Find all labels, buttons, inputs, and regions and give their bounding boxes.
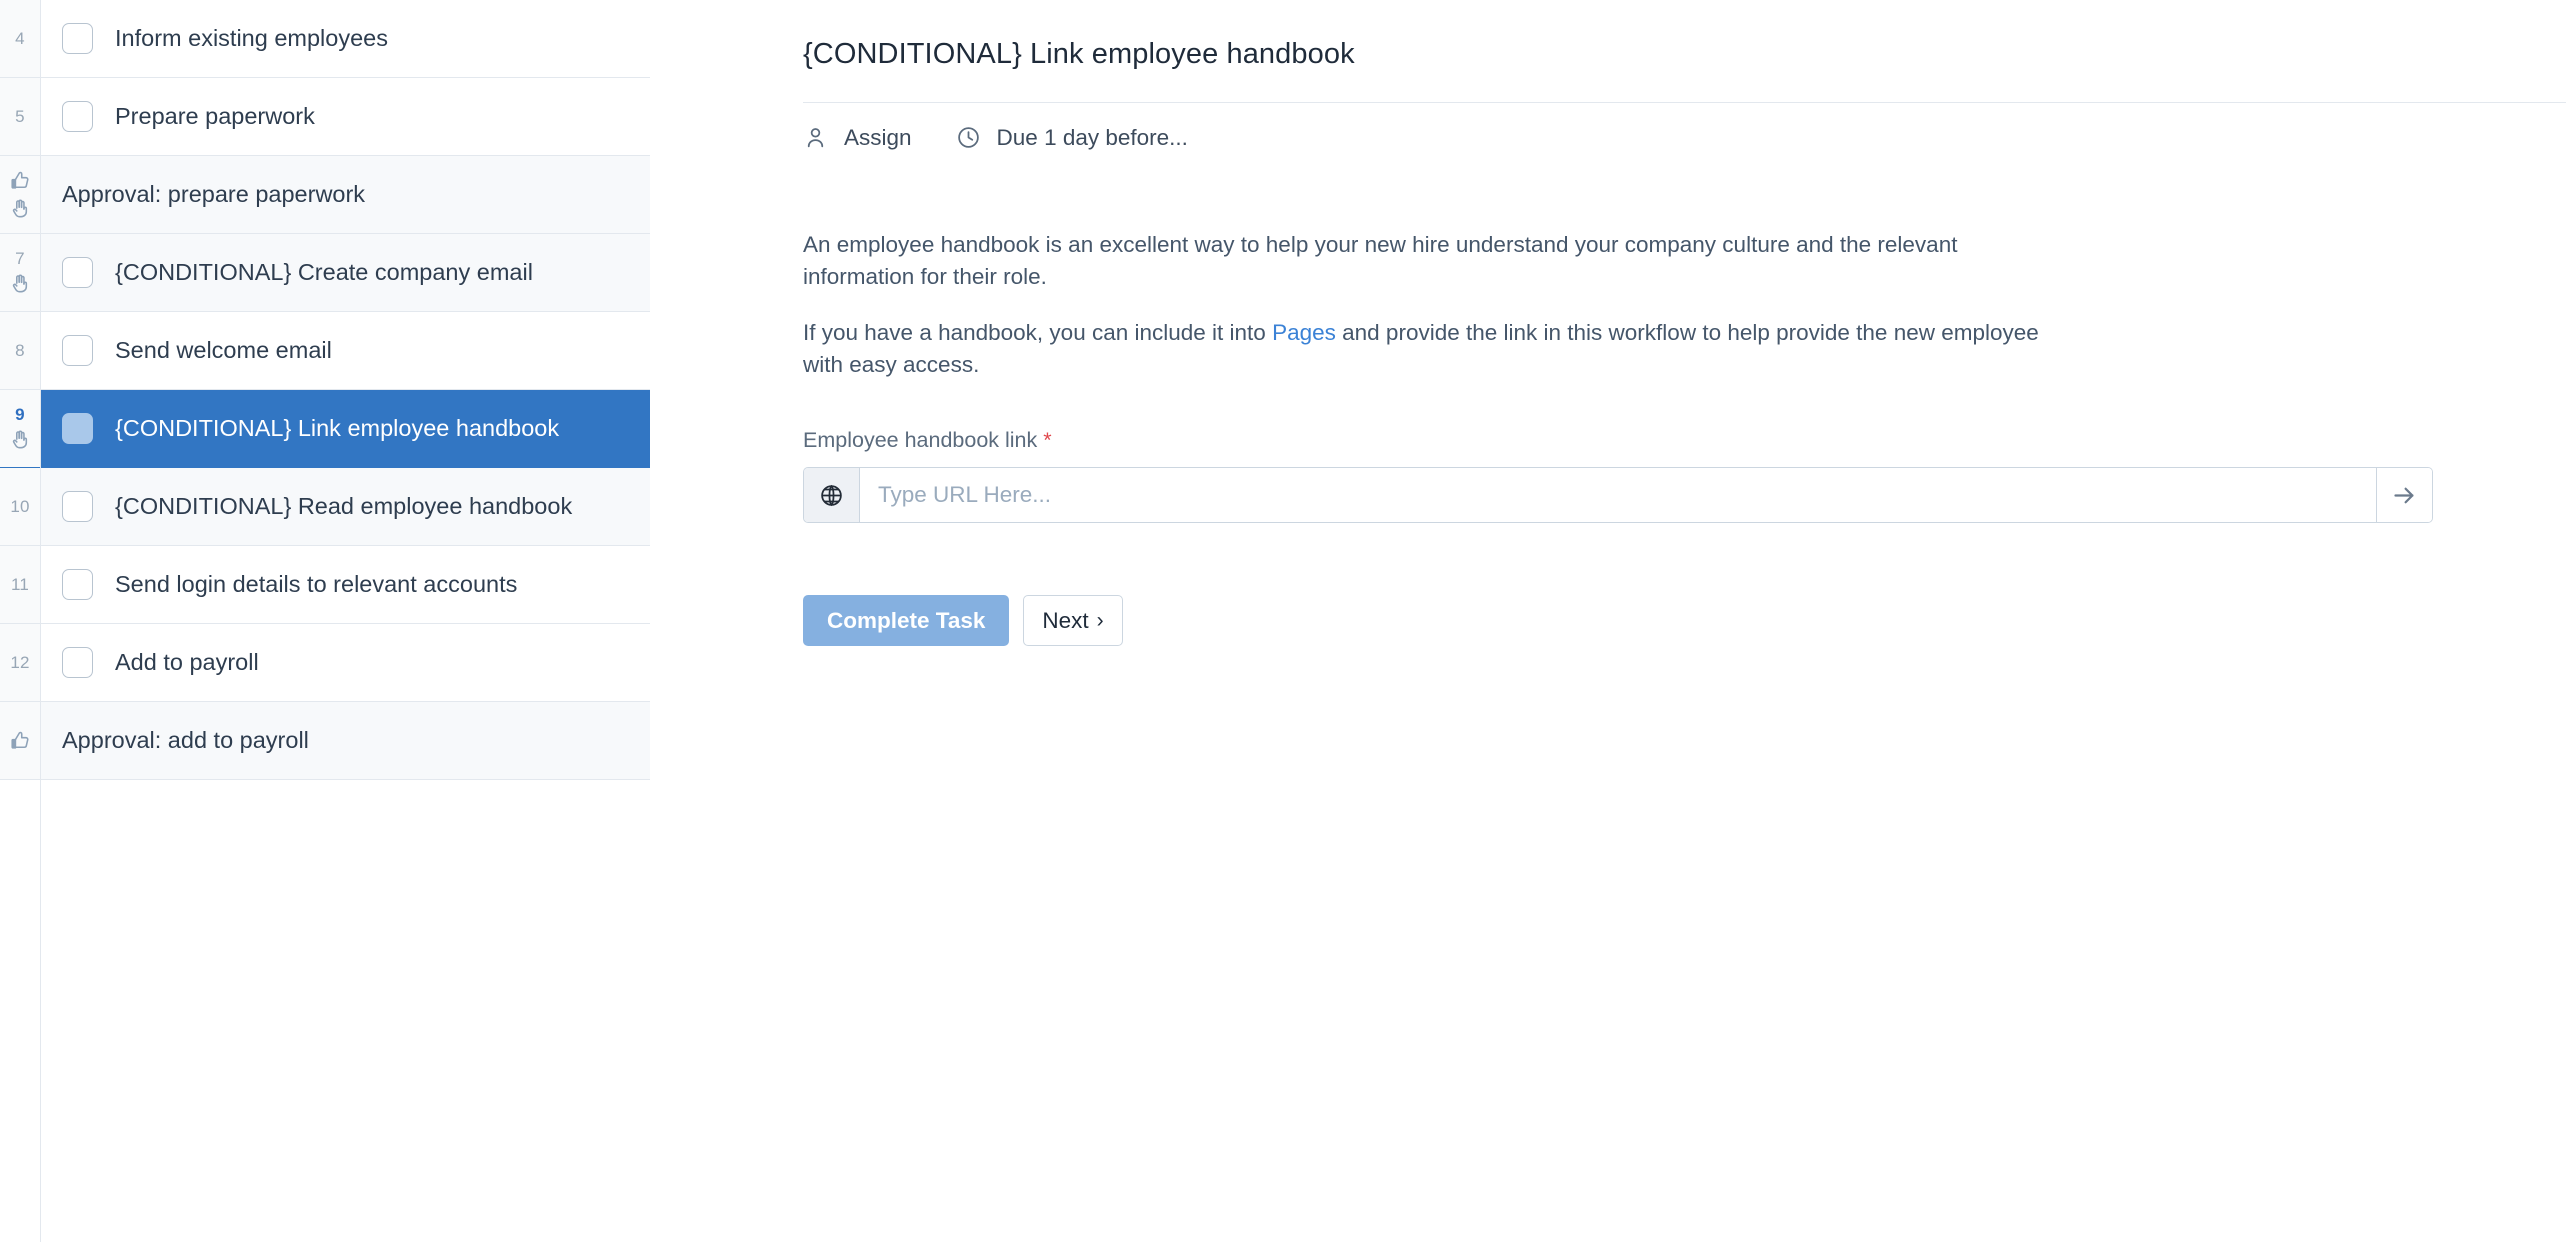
row-number: 4 xyxy=(15,29,25,48)
task-label: {CONDITIONAL} Read employee handbook xyxy=(115,492,573,519)
assign-label: Assign xyxy=(844,124,912,150)
task-meta-row: Assign Due 1 day before... xyxy=(650,103,2566,151)
task-row[interactable]: 9 {CONDITIONAL} Link employee handbook xyxy=(0,390,650,468)
task-label: Prepare paperwork xyxy=(115,102,315,129)
checklist-rows: 4 Inform existing employees 5 Prepare paper… xyxy=(0,0,650,780)
task-checkbox[interactable] xyxy=(62,413,93,444)
task-row[interactable]: Approval: prepare paperwork xyxy=(0,156,650,234)
row-body: Send welcome email xyxy=(40,312,650,389)
row-gutter: 9 xyxy=(0,390,40,467)
url-input[interactable] xyxy=(860,468,2376,523)
stop-hand-icon[interactable] xyxy=(9,198,31,220)
person-icon xyxy=(803,125,828,150)
row-number: 10 xyxy=(10,497,30,516)
task-label: {CONDITIONAL} Create company email xyxy=(115,258,533,285)
row-gutter: 12 xyxy=(0,624,40,701)
task-row[interactable]: 5 Prepare paperwork xyxy=(0,78,650,156)
description-paragraph-1: An employee handbook is an excellent way… xyxy=(803,231,1958,289)
task-row[interactable]: 7 {CONDITIONAL} Create company email xyxy=(0,234,650,312)
next-label: Next xyxy=(1042,607,1089,633)
clock-icon xyxy=(956,125,981,150)
row-gutter: 5 xyxy=(0,78,40,155)
task-checkbox[interactable] xyxy=(62,647,93,678)
row-number: 12 xyxy=(10,653,30,672)
field-label-text: Employee handbook link xyxy=(803,428,1038,453)
due-date-label: Due 1 day before... xyxy=(996,124,1188,150)
row-body: {CONDITIONAL} Link employee handbook xyxy=(40,390,650,467)
row-number: 9 xyxy=(15,405,25,424)
complete-task-button[interactable]: Complete Task xyxy=(803,595,1010,647)
gutter-divider xyxy=(40,0,41,1242)
row-body: Add to payroll xyxy=(40,624,650,701)
row-number: 11 xyxy=(10,575,30,594)
globe-icon xyxy=(804,468,860,523)
arrow-right-icon[interactable] xyxy=(2376,468,2432,523)
approval-label: Approval: add to payroll xyxy=(62,726,309,753)
checklist-pane: 4 Inform existing employees 5 Prepare paper… xyxy=(0,0,650,1242)
row-number: 5 xyxy=(15,107,25,126)
task-checkbox[interactable] xyxy=(62,491,93,522)
thumbs-up-icon[interactable] xyxy=(9,170,31,192)
next-button[interactable]: Next › xyxy=(1023,595,1123,647)
task-checkbox[interactable] xyxy=(62,335,93,366)
row-body: {CONDITIONAL} Create company email xyxy=(40,234,650,311)
task-label: Send login details to relevant accounts xyxy=(115,570,518,597)
task-row[interactable]: 10 {CONDITIONAL} Read employee handbook xyxy=(0,468,650,546)
row-gutter: 8 xyxy=(0,312,40,389)
paragraph-2-prefix: If you have a handbook, you can include … xyxy=(803,319,1273,345)
row-number: 7 xyxy=(15,249,25,268)
task-actions: Complete Task Next › xyxy=(650,523,2566,647)
stop-hand-icon[interactable] xyxy=(9,273,31,295)
task-checkbox[interactable] xyxy=(62,569,93,600)
task-label: Add to payroll xyxy=(115,648,259,675)
task-description: An employee handbook is an excellent way… xyxy=(650,151,2566,381)
task-row[interactable]: 11 Send login details to relevant account… xyxy=(0,546,650,624)
row-gutter xyxy=(0,156,40,233)
assign-button[interactable]: Assign xyxy=(803,125,912,151)
task-detail-pane: {CONDITIONAL} Link employee handbook Ass… xyxy=(650,0,2566,1242)
field-label: Employee handbook link * xyxy=(803,428,2566,453)
row-gutter: 11 xyxy=(0,546,40,623)
handbook-link-field: Employee handbook link * xyxy=(650,380,2566,524)
app-root: 4 Inform existing employees 5 Prepare paper… xyxy=(0,0,2566,1242)
row-gutter xyxy=(0,702,40,779)
row-gutter: 10 xyxy=(0,468,40,545)
task-row[interactable]: 8 Send welcome email xyxy=(0,312,650,390)
task-label: Inform existing employees xyxy=(115,24,388,51)
row-number: 8 xyxy=(15,341,25,360)
row-body: Prepare paperwork xyxy=(40,78,650,155)
row-body: Send login details to relevant accounts xyxy=(40,546,650,623)
approval-label: Approval: prepare paperwork xyxy=(62,180,366,207)
task-checkbox[interactable] xyxy=(62,101,93,132)
row-body: {CONDITIONAL} Read employee handbook xyxy=(40,468,650,545)
chevron-right-icon: › xyxy=(1096,609,1104,633)
thumbs-up-icon[interactable] xyxy=(9,730,31,752)
row-body: Approval: add to payroll xyxy=(40,702,650,779)
description-paragraph-2: If you have a handbook, you can include … xyxy=(803,317,2073,381)
required-marker: * xyxy=(1043,428,1052,453)
task-label: Send welcome email xyxy=(115,336,332,363)
row-gutter: 4 xyxy=(0,0,40,77)
row-gutter: 7 xyxy=(0,234,40,311)
page-title: {CONDITIONAL} Link employee handbook xyxy=(803,38,1355,70)
task-row[interactable]: 12 Add to payroll xyxy=(0,624,650,702)
task-checkbox[interactable] xyxy=(62,257,93,288)
row-body: Inform existing employees xyxy=(40,0,650,77)
task-row[interactable]: Approval: add to payroll xyxy=(0,702,650,780)
due-date-button[interactable]: Due 1 day before... xyxy=(956,125,1188,151)
url-input-group xyxy=(803,467,2433,524)
task-label: {CONDITIONAL} Link employee handbook xyxy=(115,414,560,441)
pages-link[interactable]: Pages xyxy=(1272,320,1336,345)
row-body: Approval: prepare paperwork xyxy=(40,156,650,233)
task-row[interactable]: 4 Inform existing employees xyxy=(0,0,650,78)
task-checkbox[interactable] xyxy=(62,23,93,54)
stop-hand-icon[interactable] xyxy=(9,429,31,451)
